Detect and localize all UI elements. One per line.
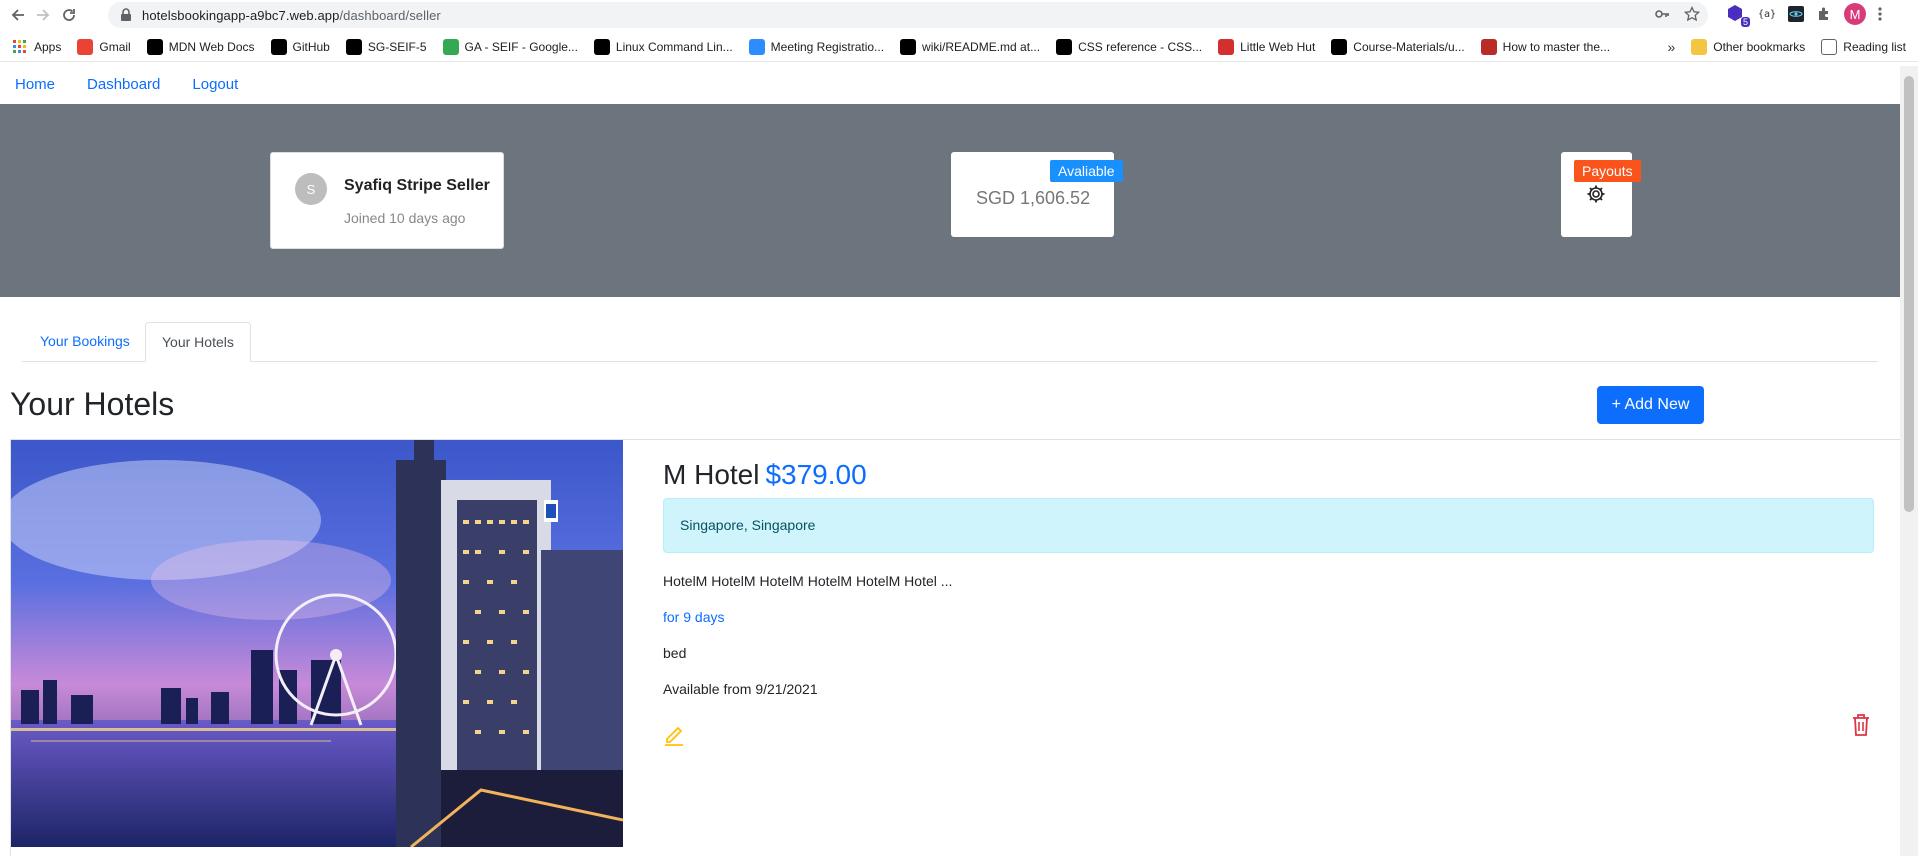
tab-your-bookings[interactable]: Your Bookings bbox=[24, 322, 146, 362]
bookmark-label: Gmail bbox=[99, 39, 131, 54]
bookmark-label: CSS reference - CSS... bbox=[1078, 39, 1203, 54]
tab-your-hotels[interactable]: Your Hotels bbox=[145, 322, 251, 362]
payouts-ribbon: Payouts bbox=[1574, 160, 1641, 182]
url-text: hotelsbookingapp-a9bc7.web.app/dashboard… bbox=[142, 7, 441, 23]
json-extension-icon[interactable]: {a} bbox=[1758, 9, 1776, 20]
bookmark-item[interactable]: Course-Materials/u... bbox=[1331, 38, 1465, 55]
hotel-duration: for 9 days bbox=[663, 609, 725, 625]
bookmark-label: Apps bbox=[34, 39, 62, 54]
hotel-available-from: Available from 9/21/2021 bbox=[663, 681, 818, 697]
bookmark-label: wiki/README.md at... bbox=[922, 39, 1041, 54]
hotel-price: $379.00 bbox=[765, 459, 867, 490]
reading-list-label: Reading list bbox=[1843, 40, 1906, 54]
available-ribbon: Avaliable bbox=[1050, 160, 1123, 182]
bookmark-label: GitHub bbox=[292, 39, 330, 54]
reading-list-icon bbox=[1821, 39, 1838, 55]
profile-avatar[interactable]: M bbox=[1844, 3, 1867, 25]
bookmark-item[interactable]: Apps bbox=[12, 39, 61, 55]
bookmark-item[interactable]: How to master the... bbox=[1480, 38, 1611, 55]
lock-icon bbox=[120, 8, 132, 22]
bookmark-item[interactable]: Linux Command Lin... bbox=[593, 38, 733, 55]
seller-banner: S Syafiq Stripe Seller Joined 10 days ag… bbox=[0, 104, 1900, 297]
apps-grid-icon bbox=[12, 39, 28, 55]
nav-dashboard-link[interactable]: Dashboard bbox=[87, 76, 160, 93]
seller-avatar: S bbox=[295, 173, 327, 205]
gmail-icon bbox=[77, 38, 94, 55]
github-icon bbox=[345, 38, 362, 55]
extension-badge-count: 5 bbox=[1740, 17, 1750, 27]
bookmark-label: Meeting Registratio... bbox=[770, 39, 885, 54]
hotel-title: M Hotel $379.00 bbox=[663, 459, 867, 491]
add-new-button[interactable]: + Add New bbox=[1597, 386, 1704, 424]
address-bar[interactable]: hotelsbookingapp-a9bc7.web.app/dashboard… bbox=[108, 2, 1708, 28]
bookmark-star-icon[interactable] bbox=[1684, 6, 1700, 22]
bookmark-label: MDN Web Docs bbox=[168, 39, 255, 54]
hotel-card: M Hotel $379.00 Singapore, Singapore Hote… bbox=[10, 439, 1900, 856]
bookmark-label: Little Web Hut bbox=[1240, 39, 1316, 54]
github-icon bbox=[1331, 38, 1348, 55]
seller-card: S Syafiq Stripe Seller Joined 10 days ag… bbox=[270, 152, 504, 249]
extensions-puzzle-icon[interactable] bbox=[1816, 6, 1832, 22]
linux-icon bbox=[593, 38, 610, 55]
reading-list-button[interactable]: Reading list bbox=[1821, 39, 1906, 55]
github-icon bbox=[900, 38, 917, 55]
page-title: Your Hotels bbox=[10, 386, 175, 422]
react-devtools-icon[interactable] bbox=[1788, 6, 1805, 22]
scrollbar-thumb[interactable] bbox=[1904, 76, 1914, 512]
bookmark-label: GA - SEIF - Google... bbox=[464, 39, 578, 54]
zoom-icon bbox=[748, 38, 765, 55]
page-scrollbar[interactable] bbox=[1900, 66, 1918, 856]
github-icon bbox=[270, 38, 287, 55]
payout-settings-gear-icon[interactable] bbox=[1586, 184, 1606, 204]
bookmark-item[interactable]: MDN Web Docs bbox=[146, 38, 255, 55]
other-bookmarks-label: Other bookmarks bbox=[1713, 40, 1806, 54]
other-bookmarks-folder[interactable]: Other bookmarks bbox=[1691, 39, 1805, 55]
more-bookmarks-chevron[interactable]: » bbox=[1667, 39, 1675, 55]
dashboard-tabs: Your Bookings Your Hotels bbox=[22, 322, 1878, 362]
hotel-location: Singapore, Singapore bbox=[663, 498, 1874, 553]
seller-name: Syafiq Stripe Seller bbox=[344, 177, 490, 194]
bookmark-label: Linux Command Lin... bbox=[615, 39, 733, 54]
plane-icon bbox=[1218, 38, 1235, 55]
bookmark-item[interactable]: GA - SEIF - Google... bbox=[442, 38, 578, 55]
hotel-bed: bed bbox=[663, 645, 687, 661]
extension-badge-icon[interactable]: 5 bbox=[1726, 4, 1750, 27]
bookmark-item[interactable]: CSS reference - CSS... bbox=[1056, 38, 1203, 55]
delete-trash-icon[interactable] bbox=[1851, 713, 1871, 737]
key-icon[interactable] bbox=[1654, 6, 1670, 22]
bookmark-item[interactable]: wiki/README.md at... bbox=[900, 38, 1041, 55]
bookmark-label: SG-SEIF-5 bbox=[367, 39, 427, 54]
nav-logout-link[interactable]: Logout bbox=[192, 76, 238, 93]
edit-pencil-icon[interactable] bbox=[663, 724, 685, 746]
bookmark-item[interactable]: Little Web Hut bbox=[1218, 38, 1316, 55]
bookmark-label: How to master the... bbox=[1502, 39, 1611, 54]
bookmark-item[interactable]: GitHub bbox=[270, 38, 330, 55]
mdn-icon bbox=[1056, 38, 1073, 55]
forward-arrow-icon[interactable] bbox=[33, 5, 53, 25]
app-navbar: Home Dashboard Logout bbox=[0, 66, 1900, 103]
hotel-description: HotelM HotelM HotelM HotelM HotelM Hotel… bbox=[663, 573, 953, 589]
browser-toolbar: hotelsbookingapp-a9bc7.web.app/dashboard… bbox=[0, 0, 1918, 29]
back-arrow-icon[interactable] bbox=[8, 5, 28, 25]
mdn-icon bbox=[146, 38, 163, 55]
bookmark-label: Course-Materials/u... bbox=[1353, 39, 1465, 54]
seller-joined: Joined 10 days ago bbox=[344, 210, 466, 226]
bookmark-item[interactable]: Meeting Registratio... bbox=[748, 38, 885, 55]
hotel-image[interactable] bbox=[11, 440, 623, 847]
browser-menu-icon[interactable] bbox=[1878, 6, 1882, 22]
google-drive-icon bbox=[442, 38, 459, 55]
nav-home-link[interactable]: Home bbox=[15, 76, 55, 93]
bookmark-item[interactable]: SG-SEIF-5 bbox=[345, 38, 427, 55]
hotel-name: M Hotel bbox=[663, 459, 760, 490]
bookmark-item[interactable]: Gmail bbox=[77, 38, 131, 55]
folder-icon bbox=[1691, 39, 1708, 55]
reload-icon[interactable] bbox=[59, 5, 79, 25]
quora-icon bbox=[1480, 38, 1497, 55]
balance-amount: SGD 1,606.52 bbox=[976, 188, 1091, 208]
bookmarks-bar: Apps Gmail MDN Web Docs GitHub SG-SEIF-5 GA -… bbox=[0, 32, 1918, 62]
